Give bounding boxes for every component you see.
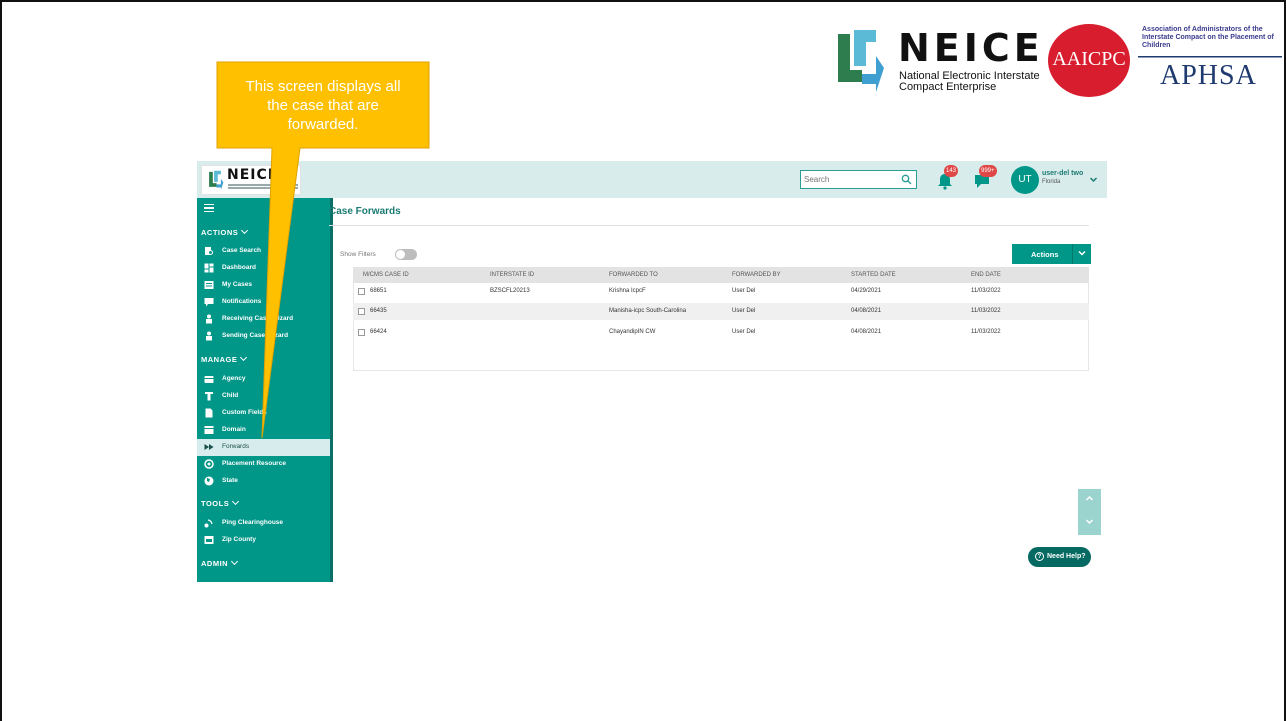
callout-text: This screen displays all the case that a…: [218, 77, 428, 134]
callout-line: This screen displays all: [245, 78, 401, 95]
callout-line: forwarded.: [287, 116, 359, 133]
callout-shape: [216, 61, 430, 439]
callout-line: the case that are: [267, 97, 379, 114]
